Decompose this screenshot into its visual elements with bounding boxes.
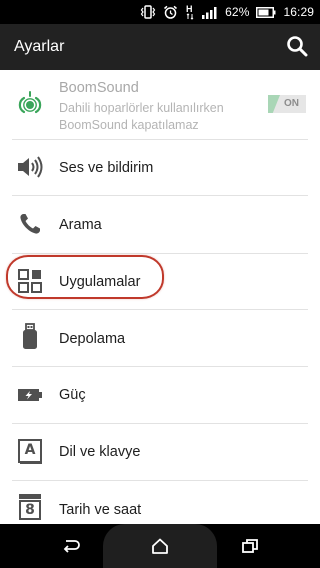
battery-icon: [256, 6, 276, 18]
settings-item-call[interactable]: Arama: [0, 196, 320, 253]
battery-charge-icon: [16, 381, 44, 409]
boomsound-toggle[interactable]: ON: [268, 95, 306, 113]
keyboard-icon: A: [16, 438, 44, 466]
settings-item-apps[interactable]: Uygulamalar: [0, 254, 320, 309]
settings-item-label: Ses ve bildirim: [59, 160, 154, 176]
boomsound-title: BoomSound: [59, 80, 139, 96]
settings-item-label: Dil ve klavye: [59, 444, 141, 460]
page-title: Ayarlar: [14, 38, 65, 55]
settings-item-language-keyboard[interactable]: A Dil ve klavye: [0, 424, 320, 480]
settings-item-storage[interactable]: Depolama: [0, 310, 320, 366]
battery-percent: 62%: [225, 5, 250, 19]
calendar-icon-day: 8: [25, 502, 35, 518]
keyboard-icon-letter: A: [24, 442, 36, 458]
vibrate-icon: [140, 5, 156, 19]
settings-item-label: Depolama: [59, 331, 126, 347]
recents-icon[interactable]: [239, 536, 261, 556]
boomsound-icon: [16, 90, 44, 118]
clock: 16:29: [283, 5, 314, 19]
settings-list: BoomSound Dahili hoparlörler kullanılırk…: [0, 70, 320, 524]
home-icon[interactable]: [149, 536, 171, 556]
speaker-icon: [16, 153, 44, 181]
settings-item-date-time[interactable]: 8 Tarih ve saat: [0, 481, 320, 524]
storage-icon: [16, 323, 44, 351]
settings-item-label: Arama: [59, 217, 102, 233]
svg-text:H: H: [186, 4, 193, 14]
navigation-bar: [0, 524, 320, 568]
data-h-icon: H: [185, 4, 195, 20]
app-toolbar: Ayarlar: [0, 24, 320, 70]
alarm-icon: [163, 5, 178, 20]
boomsound-description-line1: Dahili hoparlörler kullanılırken: [59, 101, 224, 115]
apps-grid-icon: [16, 267, 44, 295]
settings-item-power[interactable]: Güç: [0, 367, 320, 423]
search-icon[interactable]: [286, 35, 308, 57]
settings-item-label: Tarih ve saat: [59, 502, 142, 518]
toggle-indicator: [268, 95, 280, 113]
boomsound-row[interactable]: BoomSound Dahili hoparlörler kullanılırk…: [0, 70, 320, 139]
settings-item-label: Güç: [59, 387, 86, 403]
settings-item-label: Uygulamalar: [59, 274, 141, 290]
boomsound-description-line2: BoomSound kapatılamaz: [59, 118, 199, 132]
back-icon[interactable]: [60, 536, 82, 556]
calendar-icon: 8: [16, 493, 44, 521]
status-bar: H 62% 16:29: [0, 0, 320, 24]
signal-icon: [202, 6, 218, 19]
toggle-label: ON: [284, 98, 299, 109]
phone-icon: [16, 210, 44, 238]
settings-item-sound[interactable]: Ses ve bildirim: [0, 140, 320, 195]
